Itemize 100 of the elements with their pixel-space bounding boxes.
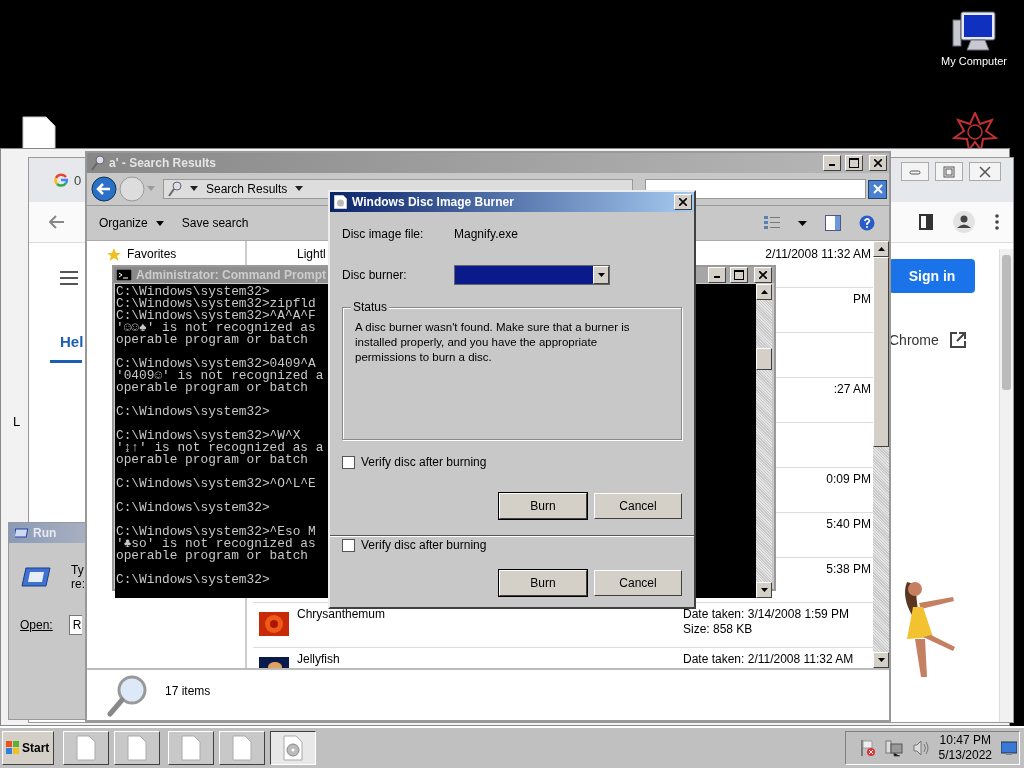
file-detail: 2/11/2008 11:32 AM [765, 248, 871, 260]
field-label: Disc burner: [342, 268, 408, 282]
clear-search-button[interactable] [868, 179, 887, 199]
search-icon [91, 155, 105, 171]
console-line: operable program or batch [116, 334, 308, 346]
caret-icon[interactable] [155, 220, 164, 226]
search-field[interactable] [645, 179, 866, 199]
toolbar-button[interactable]: Organize [99, 214, 164, 232]
caret-icon[interactable] [798, 220, 807, 226]
close-icon[interactable] [874, 159, 882, 167]
menu-icon[interactable] [60, 271, 78, 285]
checkbox-label[interactable]: Verify disc after burning [361, 455, 487, 469]
navigation-item[interactable]: Favorites [127, 247, 177, 261]
console-line: C:\Windows\system32>^W^X [116, 430, 301, 442]
caret-icon[interactable] [295, 186, 304, 192]
console-line: operable program or batch [116, 550, 308, 562]
window-title: Run [33, 526, 57, 540]
close-button[interactable] [969, 162, 1001, 181]
clock-date[interactable]: 5/13/2022 [938, 748, 992, 763]
computer-icon[interactable] [951, 10, 997, 52]
status-message: A disc burner wasn't found. Make sure that a burner is installed properly, and you have the appropriate permissions to burn a disc. [355, 320, 631, 365]
show-desktop-icon[interactable] [1001, 740, 1017, 756]
scrollbar[interactable] [999, 249, 1013, 722]
up-arrow-icon[interactable] [877, 247, 885, 251]
maximize-icon[interactable] [849, 158, 859, 168]
checkbox-label[interactable]: Verify disc after burning [361, 538, 487, 552]
dialog-button[interactable]: Cancel [594, 570, 682, 596]
console-line: C:\Windows\system32> [116, 574, 270, 586]
four-squares-icon[interactable] [6, 741, 20, 755]
caret-icon[interactable] [597, 273, 605, 277]
file-name: Lightl [297, 248, 326, 260]
menu-icon[interactable] [995, 214, 999, 230]
star-icon[interactable] [107, 247, 121, 261]
down-arrow-icon[interactable] [760, 588, 768, 592]
console-line: '0409☺' is not recognized a [116, 370, 324, 382]
help-icon[interactable] [859, 215, 875, 231]
star-emblem-icon[interactable] [952, 112, 998, 150]
close-icon[interactable] [759, 271, 767, 279]
scrollbar[interactable] [756, 284, 772, 598]
dialog-button[interactable]: Cancel [594, 493, 682, 519]
item-count: 17 items [165, 684, 211, 698]
scroll-thumb[interactable] [756, 348, 772, 370]
run-icon [21, 566, 51, 588]
scroll-thumb[interactable] [873, 257, 889, 447]
taskbar-button[interactable] [270, 731, 316, 765]
profile-icon[interactable] [953, 211, 975, 233]
up-arrow-icon[interactable] [760, 290, 768, 294]
search-icon [168, 181, 182, 197]
burner-dropdown[interactable] [454, 265, 610, 285]
file-name: Jellyfish [297, 653, 340, 665]
file-detail: 5:40 PM [826, 518, 871, 530]
maximize-button[interactable] [730, 267, 748, 283]
checkbox[interactable] [342, 455, 355, 469]
maximize-icon[interactable] [734, 270, 744, 280]
tab-title[interactable]: 0 [74, 172, 82, 188]
help-tab[interactable]: Hel [50, 333, 82, 363]
checkbox[interactable] [342, 538, 355, 552]
dialog-button[interactable]: Burn [499, 493, 587, 519]
back-button[interactable] [91, 176, 117, 202]
restore-icon[interactable] [943, 165, 955, 178]
console-line: C:\Windows\system32> [116, 286, 270, 298]
side-panel-icon[interactable] [919, 214, 933, 230]
preview-pane-icon[interactable] [825, 215, 841, 231]
breadcrumb[interactable]: Search Results [206, 182, 288, 196]
maximize-button[interactable] [845, 155, 863, 171]
close-icon[interactable] [679, 198, 687, 206]
window-text: L [13, 414, 21, 429]
network-icon[interactable] [884, 739, 903, 757]
file-detail: :27 AM [833, 383, 871, 395]
colored-ring-icon [54, 173, 68, 187]
dialog-button[interactable]: Burn [499, 570, 587, 596]
start-button[interactable]: Start [2, 731, 54, 765]
external-link-icon[interactable] [948, 331, 967, 349]
console-line: C:\Windows\system32>^A^A^F [116, 310, 316, 322]
file-detail: Size: 858 KB [683, 623, 754, 635]
file-name: Magnify.exe [454, 227, 518, 241]
console-line: C:\Windows\system32> [116, 406, 270, 418]
console-line: C:\Windows\system32> [116, 502, 270, 514]
flag-icon[interactable] [859, 739, 876, 757]
document-icon[interactable] [22, 116, 56, 150]
close-icon[interactable] [979, 165, 991, 178]
clock-time[interactable]: 10:47 PM [939, 733, 991, 748]
toolbar-button[interactable]: Save search [181, 214, 249, 232]
scrollbar[interactable] [873, 241, 889, 668]
speaker-icon[interactable] [911, 739, 930, 757]
views-icon[interactable] [764, 215, 780, 231]
caret-icon[interactable] [190, 186, 198, 192]
window-title: Administrator: Command Prompt [136, 268, 326, 282]
down-arrow-icon[interactable] [877, 658, 885, 662]
console-line: C:\Windows\system32>0409^A [116, 358, 316, 370]
chrome-link[interactable]: Chrome [889, 332, 939, 348]
file-detail: 5:38 PM [826, 563, 871, 575]
field-label: Open: [20, 618, 53, 632]
field-label: Disc image file: [342, 227, 425, 241]
file-name: Chrysanthemum [297, 608, 386, 620]
open-field[interactable]: R [68, 615, 82, 635]
back-arrow-icon[interactable] [49, 215, 65, 229]
console-line: '↨↑' is not recognized as a [116, 442, 324, 454]
sign-in-button[interactable]: Sign in [889, 259, 975, 293]
desktop-icon-label[interactable]: My Computer [941, 55, 1007, 67]
